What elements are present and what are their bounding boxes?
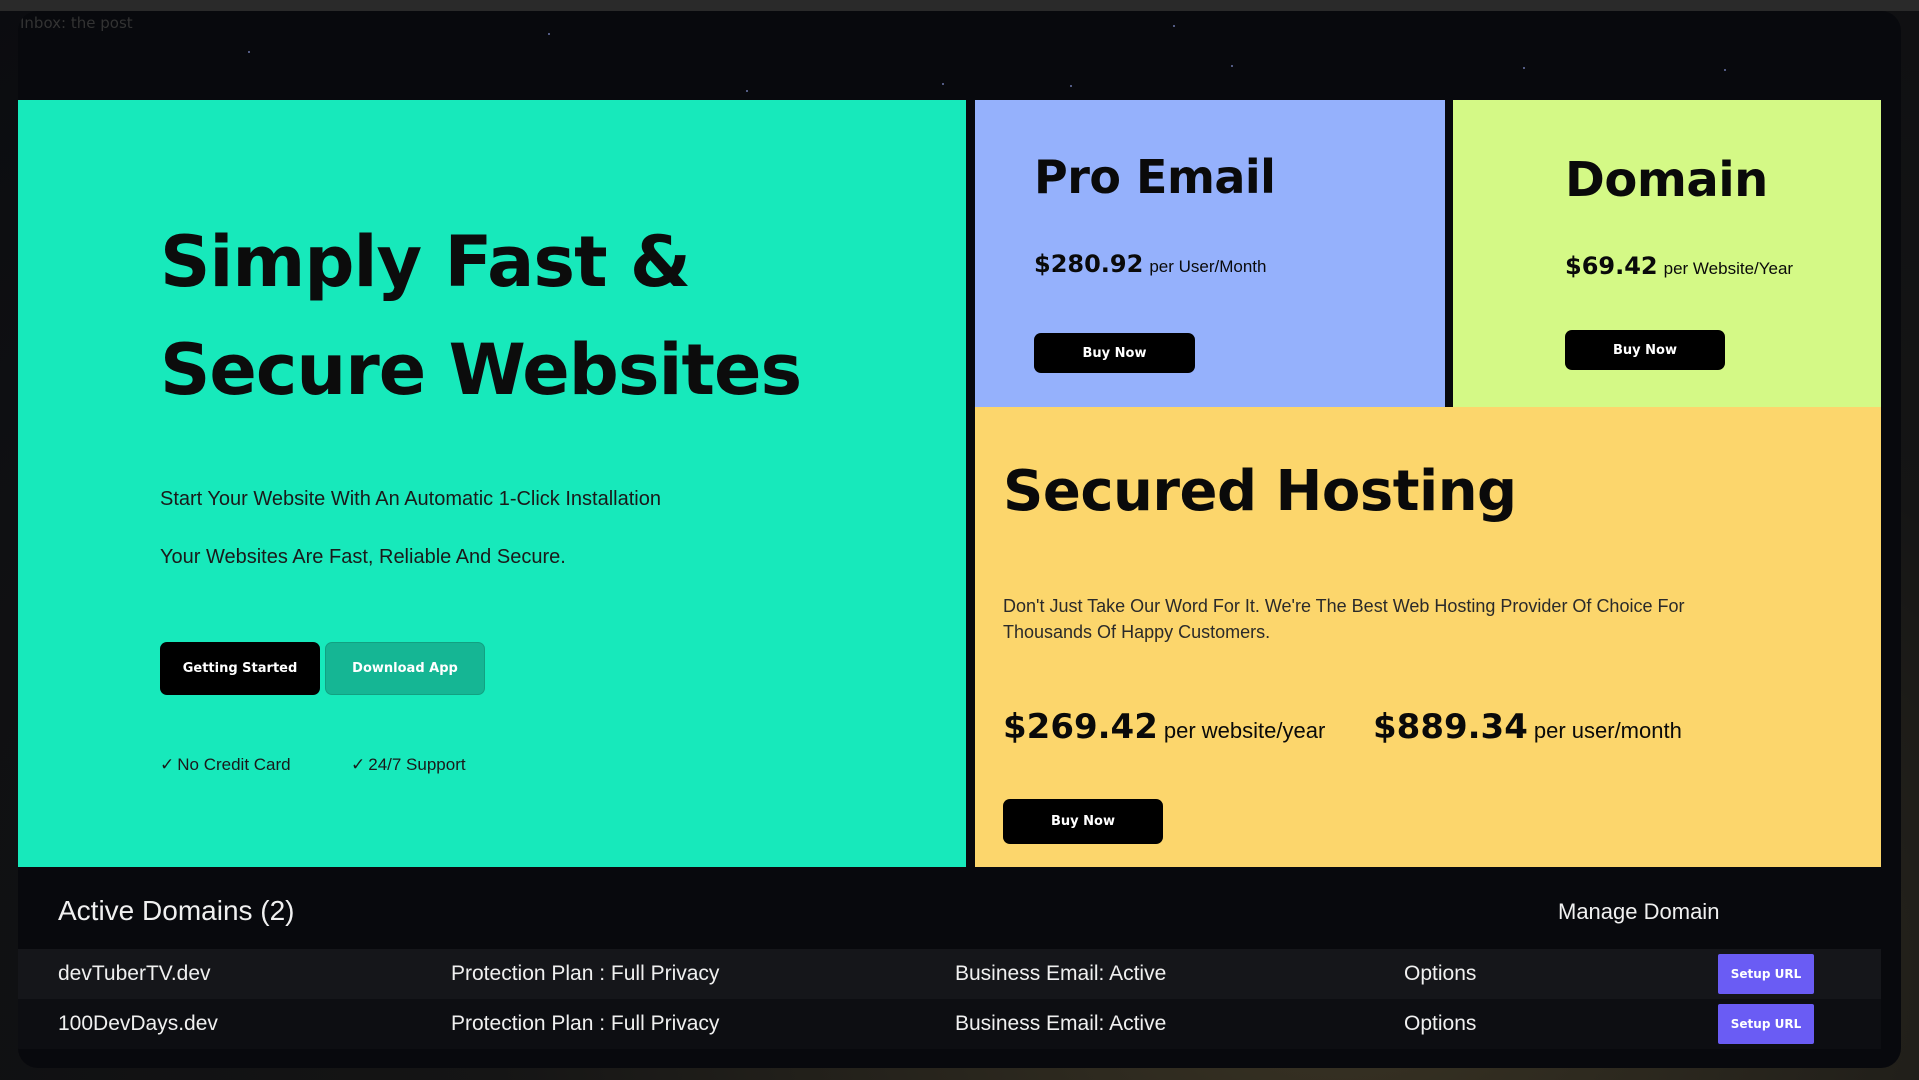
domain-name[interactable]: devTuberTV.dev (58, 962, 211, 986)
hosting-card: Secured Hosting Don't Just Take Our Word… (975, 407, 1881, 867)
hero-title-line-1: Simply Fast & (160, 221, 691, 303)
check-icon: ✓ (351, 755, 366, 774)
options-link[interactable]: Options (1404, 962, 1476, 986)
domain-buy-button[interactable]: Buy Now (1565, 330, 1725, 370)
active-domains-heading: Active Domains (2) (58, 895, 295, 926)
setup-url-button[interactable]: Setup URL (1718, 954, 1814, 994)
app-frame: Inbox: the post Simply Fast & Secure Web… (18, 11, 1901, 1068)
star-decoration (548, 33, 550, 35)
star-decoration (1724, 69, 1726, 71)
table-row: 100DevDays.dev Protection Plan : Full Pr… (18, 999, 1881, 1049)
domain-card: Domain $69.42 per Website/Year Buy Now (1453, 100, 1881, 407)
hero-subtitle-1: Start Your Website With An Automatic 1-C… (160, 488, 661, 510)
table-row: devTuberTV.dev Protection Plan : Full Pr… (18, 949, 1881, 999)
browser-top-strip (0, 0, 1919, 11)
setup-url-button[interactable]: Setup URL (1718, 1004, 1814, 1044)
manage-domain-link[interactable]: Manage Domain (1558, 899, 1719, 925)
pro-email-buy-button[interactable]: Buy Now (1034, 333, 1195, 373)
hosting-price-2: $889.34 (1373, 707, 1528, 747)
hosting-price-row-2: $889.34 per user/month (1373, 707, 1682, 747)
hero-subtitle-2: Your Websites Are Fast, Reliable And Sec… (160, 546, 566, 568)
domain-unit: per Website/Year (1663, 259, 1794, 278)
hero-title: Simply Fast & Secure Websites (160, 208, 860, 424)
domain-price-row: $69.42 per Website/Year (1565, 252, 1793, 280)
pro-email-title: Pro Email (1034, 150, 1276, 204)
domain-name[interactable]: 100DevDays.dev (58, 1012, 218, 1036)
options-link[interactable]: Options (1404, 1012, 1476, 1036)
hosting-title: Secured Hosting (1003, 459, 1517, 524)
active-domains-panel: Active Domains (2) Manage Domain devTube… (18, 867, 1881, 1068)
protection-plan: Protection Plan : Full Privacy (451, 1012, 720, 1035)
download-app-button[interactable]: Download App (325, 642, 485, 695)
hero-title-line-2: Secure Websites (160, 329, 802, 411)
pro-email-card: Pro Email $280.92 per User/Month Buy Now (975, 100, 1445, 407)
hosting-price-1: $269.42 (1003, 707, 1158, 747)
corner-label: Inbox: the post (20, 14, 133, 32)
check-icon: ✓ (160, 755, 175, 774)
protection-plan: Protection Plan : Full Privacy (451, 962, 720, 985)
perk-label: No Credit Card (177, 755, 291, 774)
star-decoration (1231, 65, 1233, 67)
pro-email-price-row: $280.92 per User/Month (1034, 250, 1266, 278)
perk-support: ✓ 24/7 Support (351, 755, 466, 775)
hosting-buy-button[interactable]: Buy Now (1003, 799, 1163, 844)
pro-email-unit: per User/Month (1149, 257, 1267, 276)
hosting-unit-1: per website/year (1163, 718, 1326, 743)
hosting-unit-2: per user/month (1533, 718, 1682, 743)
domain-price: $69.42 (1565, 252, 1658, 280)
business-email-status: Business Email: Active (955, 1012, 1167, 1035)
star-decoration (1173, 25, 1175, 27)
star-decoration (1070, 85, 1072, 87)
hosting-description: Don't Just Take Our Word For It. We're T… (1003, 596, 1685, 642)
perk-no-credit-card: ✓ No Credit Card (160, 755, 291, 775)
getting-started-button[interactable]: Getting Started (160, 642, 320, 695)
star-decoration (746, 90, 748, 92)
star-decoration (248, 51, 250, 53)
domain-title: Domain (1565, 152, 1768, 208)
pro-email-price: $280.92 (1034, 250, 1144, 278)
perk-label: 24/7 Support (368, 755, 466, 774)
star-decoration (942, 83, 944, 85)
star-decoration (1523, 67, 1525, 69)
hero-section: Simply Fast & Secure Websites Start Your… (18, 100, 966, 867)
business-email-status: Business Email: Active (955, 962, 1167, 985)
hosting-price-row-1: $269.42 per website/year (1003, 707, 1325, 747)
